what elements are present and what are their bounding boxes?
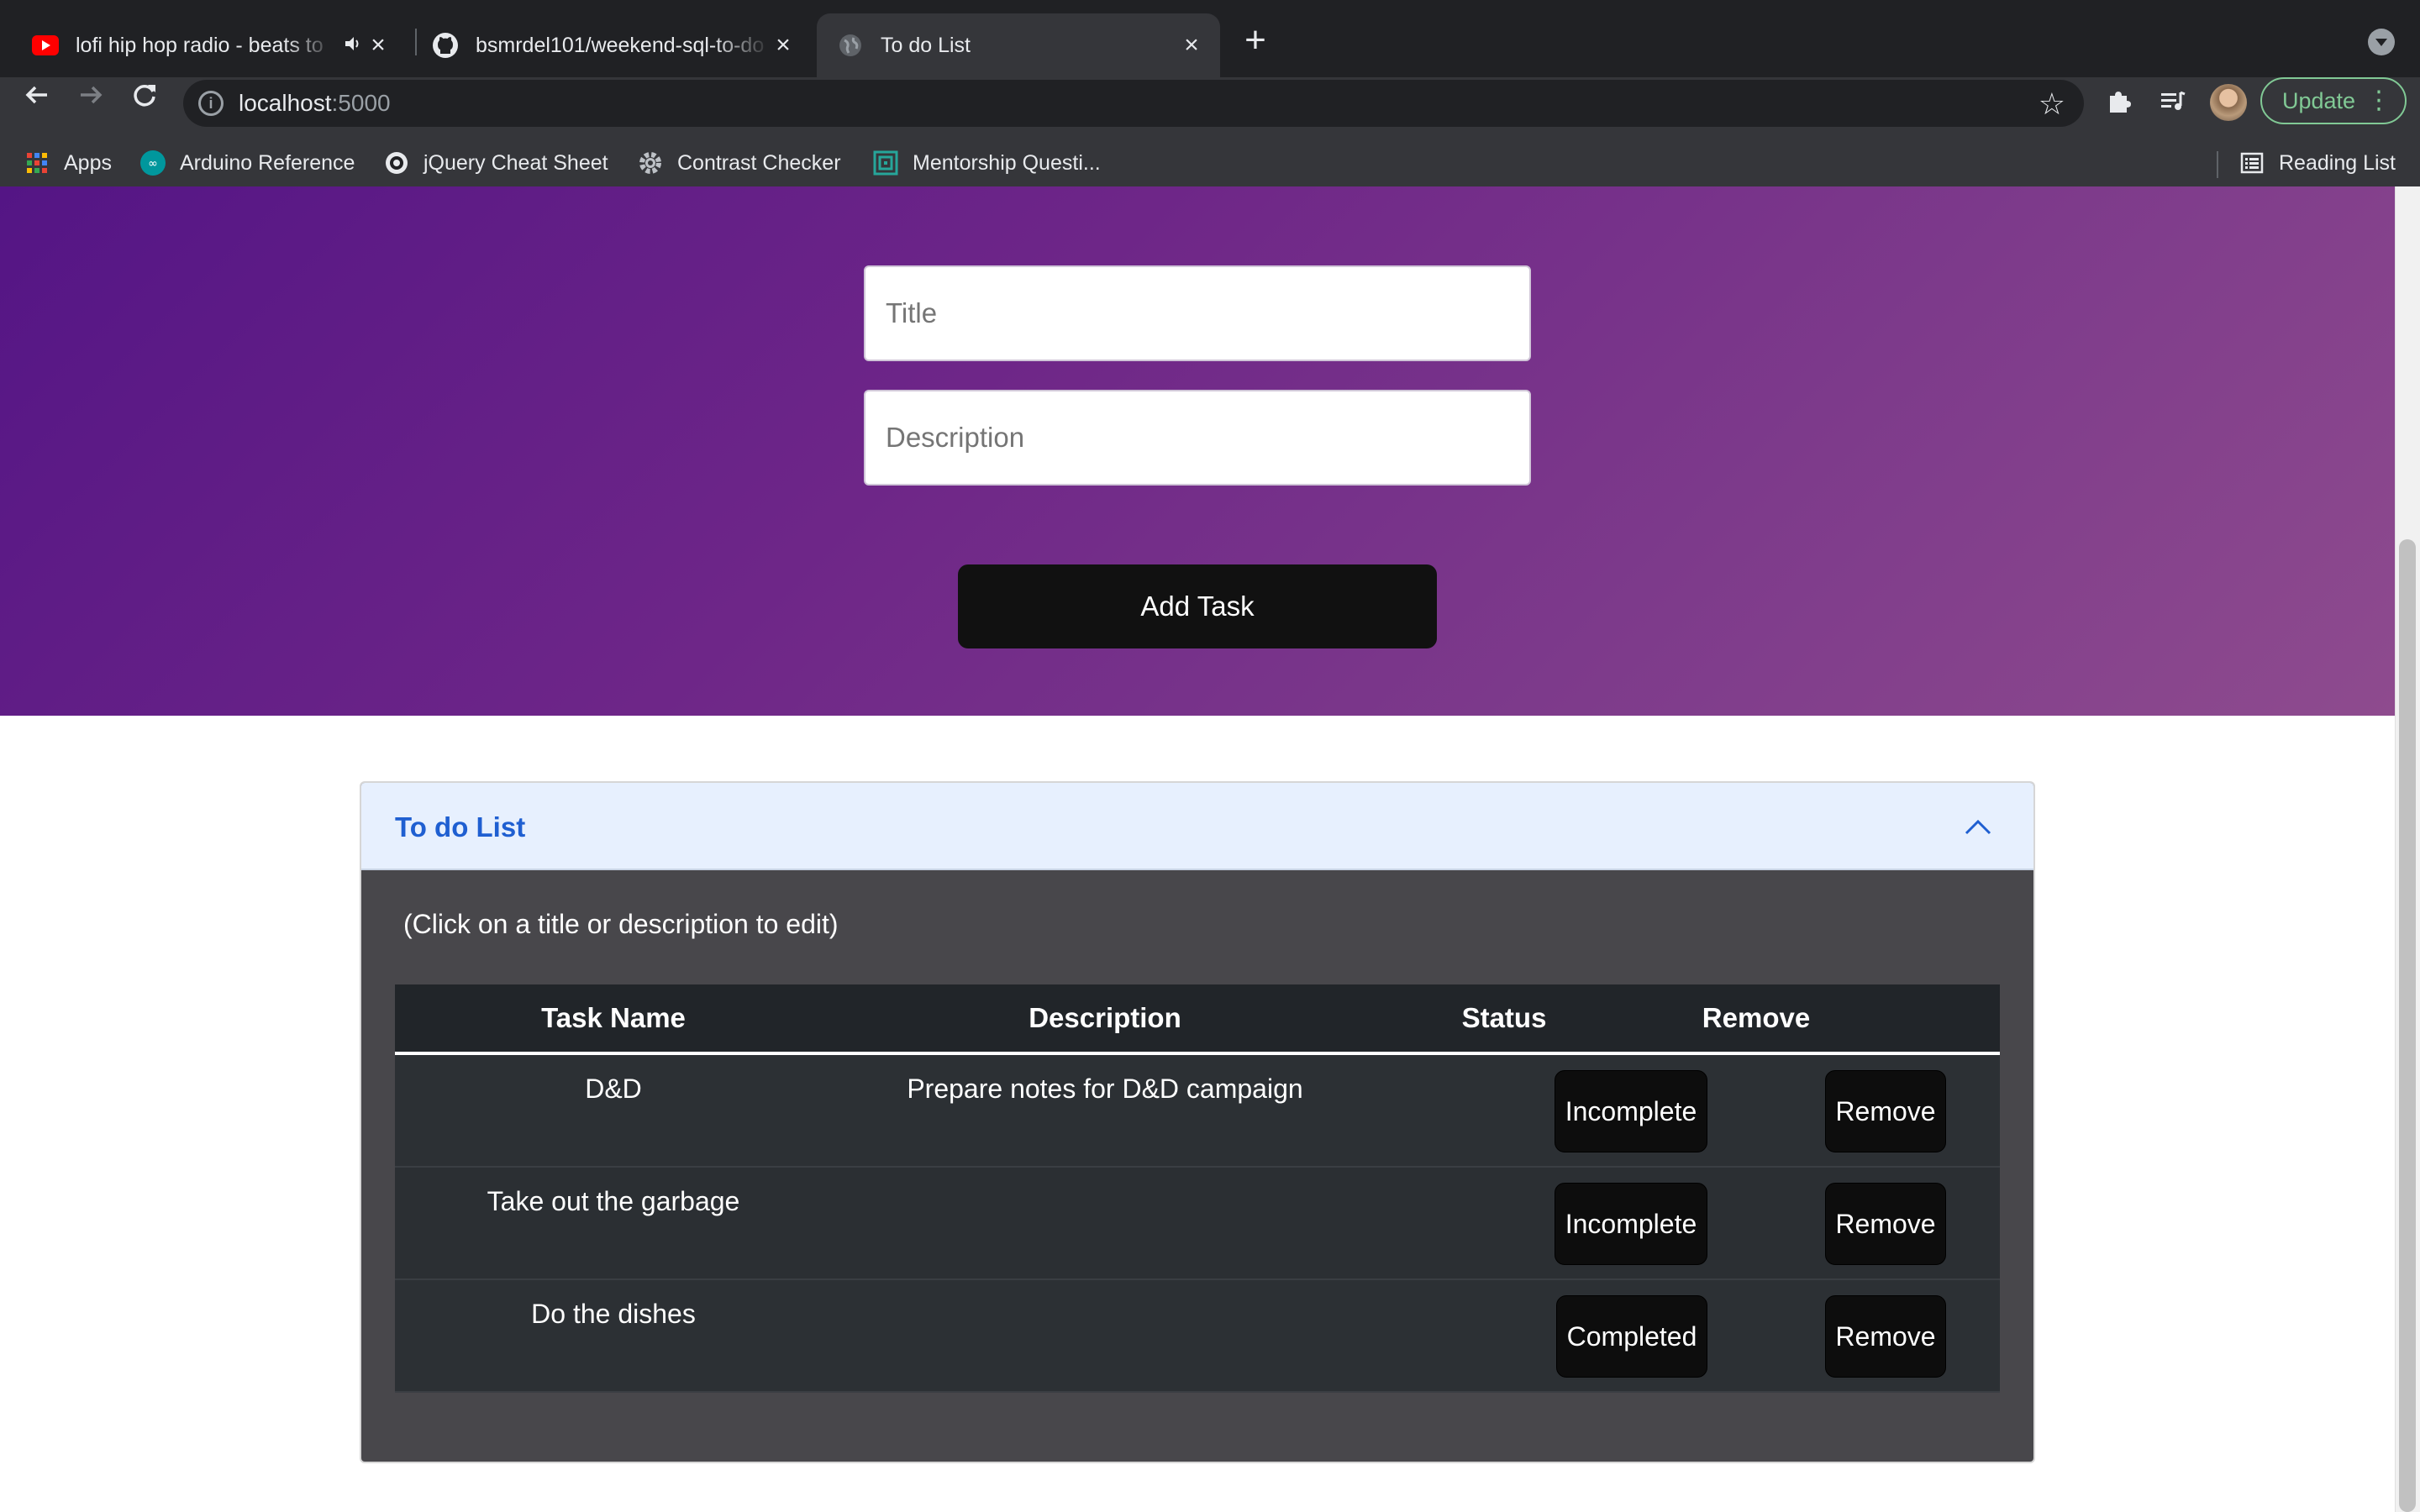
task-form-banner: Add Task <box>0 186 2395 716</box>
status-toggle-button[interactable]: Incomplete <box>1555 1183 1707 1265</box>
close-icon[interactable]: × <box>365 32 392 59</box>
tab-lofi[interactable]: lofi hip hop radio - beats to × <box>0 13 420 77</box>
remove-button[interactable]: Remove <box>1825 1295 1946 1378</box>
todo-table: Task Name Description Status Remove D&D … <box>395 984 2000 1393</box>
chevron-up-icon[interactable] <box>1963 811 1993 842</box>
tab-todo-list[interactable]: To do List × <box>817 13 1220 77</box>
bookmark-apps[interactable]: Apps <box>24 148 112 178</box>
close-icon[interactable]: × <box>770 32 797 59</box>
task-description-cell[interactable]: Prepare notes for D&D campaign <box>832 1074 1378 1105</box>
close-icon[interactable]: × <box>1178 32 1205 59</box>
site-info-icon[interactable]: i <box>198 91 224 116</box>
bookmark-contrast-checker[interactable]: Contrast Checker <box>637 148 841 178</box>
bookmark-label: Arduino Reference <box>180 150 355 175</box>
tab-github[interactable]: bsmrdel101/weekend-sql-to-do × <box>417 13 815 77</box>
accordion-header[interactable]: To do List <box>361 783 2033 870</box>
page-scrollbar-thumb[interactable] <box>2399 539 2416 1512</box>
jquery-icon <box>383 150 410 176</box>
bookmarks-divider <box>2217 151 2218 178</box>
media-queue-icon[interactable] <box>2156 87 2190 121</box>
github-icon <box>432 32 459 59</box>
extensions-puzzle-icon[interactable] <box>2102 87 2136 121</box>
update-button[interactable]: Update ⋮ <box>2260 77 2407 124</box>
title-input[interactable] <box>864 265 1531 361</box>
add-task-button[interactable]: Add Task <box>958 564 1437 648</box>
task-name-cell[interactable]: Take out the garbage <box>395 1186 832 1217</box>
remove-button[interactable]: Remove <box>1825 1070 1946 1152</box>
column-header-description: Description <box>1028 1002 1181 1033</box>
bookmark-mentorship[interactable]: Mentorship Questi... <box>872 148 1101 178</box>
apps-grid-icon <box>24 150 50 176</box>
tab-search-icon[interactable] <box>2368 29 2395 55</box>
column-header-remove: Remove <box>1702 1002 1811 1033</box>
browser-toolbar: i localhost:5000 ☆ Update ⋮ Apps ∞ Ardui… <box>0 77 2420 202</box>
table-header: Task Name Description Status Remove <box>395 984 2000 1055</box>
task-name-cell[interactable]: D&D <box>395 1074 832 1105</box>
tab-title: bsmrdel101/weekend-sql-to-do <box>476 33 765 57</box>
table-row: D&D Prepare notes for D&D campaign Incom… <box>395 1055 2000 1168</box>
reading-list-label: Reading List <box>2279 150 2396 175</box>
remove-button[interactable]: Remove <box>1825 1183 1946 1265</box>
speaker-icon[interactable] <box>343 34 363 59</box>
url-text: localhost:5000 <box>239 90 391 116</box>
tab-title: To do List <box>881 33 971 57</box>
bookmark-label: Contrast Checker <box>677 150 841 175</box>
bookmark-label: Apps <box>64 150 112 175</box>
reading-list-button[interactable]: Reading List <box>2238 148 2396 178</box>
tab-title: lofi hip hop radio - beats to <box>76 33 324 57</box>
bookmark-label: Mentorship Questi... <box>913 150 1101 175</box>
bookmark-arduino-reference[interactable]: ∞ Arduino Reference <box>139 148 355 178</box>
reading-list-icon <box>2238 150 2265 176</box>
table-row: Do the dishes Completed Remove <box>395 1280 2000 1393</box>
mentorship-icon <box>872 150 899 176</box>
status-toggle-button[interactable]: Incomplete <box>1555 1070 1707 1152</box>
bookmark-label: jQuery Cheat Sheet <box>424 150 608 175</box>
forward-arrow-icon[interactable] <box>71 80 111 120</box>
new-tab-button[interactable]: + <box>1235 22 1276 62</box>
column-header-status: Status <box>1461 1002 1547 1033</box>
accordion-title: To do List <box>395 811 526 843</box>
youtube-icon <box>32 32 59 59</box>
bookmark-jquery-cheat-sheet[interactable]: jQuery Cheat Sheet <box>383 148 608 178</box>
svg-text:∞: ∞ <box>148 157 158 171</box>
page-viewport: Add Task To do List (Click on a title or… <box>0 186 2420 1512</box>
table-row: Take out the garbage Incomplete Remove <box>395 1168 2000 1280</box>
description-input[interactable] <box>864 390 1531 486</box>
todo-accordion: To do List (Click on a title or descript… <box>360 781 2035 1463</box>
bookmark-star-icon[interactable]: ☆ <box>2039 87 2065 122</box>
reload-icon[interactable] <box>124 80 165 120</box>
browser-tab-strip: lofi hip hop radio - beats to × bsmrdel1… <box>0 0 2420 77</box>
address-bar[interactable]: i localhost:5000 ☆ <box>183 80 2084 127</box>
more-menu-icon[interactable]: ⋮ <box>2366 79 2391 123</box>
status-toggle-button[interactable]: Completed <box>1556 1295 1707 1378</box>
column-header-task-name: Task Name <box>541 1002 686 1033</box>
back-arrow-icon[interactable] <box>17 80 57 120</box>
gear-icon <box>637 150 664 176</box>
globe-icon <box>837 32 864 59</box>
edit-hint: (Click on a title or description to edit… <box>403 909 839 939</box>
arduino-icon: ∞ <box>139 150 166 176</box>
profile-avatar[interactable] <box>2210 84 2247 121</box>
task-name-cell[interactable]: Do the dishes <box>395 1299 832 1330</box>
